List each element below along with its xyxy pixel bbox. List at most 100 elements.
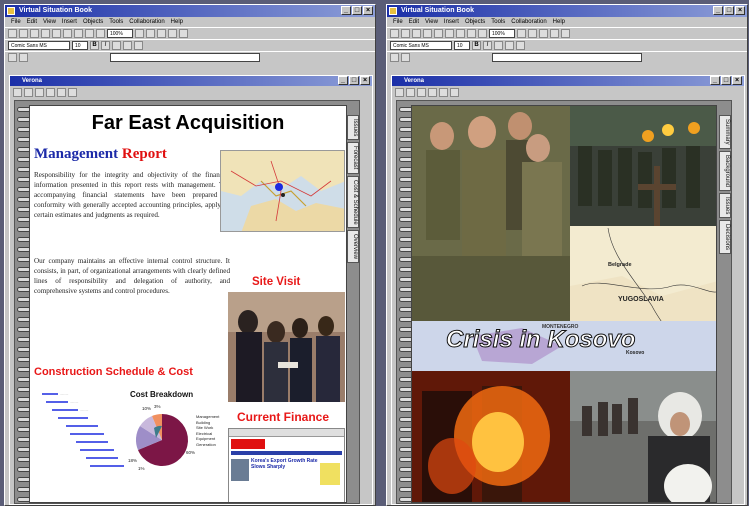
sub-maximize-button[interactable]: □	[721, 76, 731, 85]
zoom-select[interactable]: 100%	[489, 29, 515, 38]
undo-icon[interactable]	[85, 29, 94, 38]
tool-icon[interactable]	[450, 87, 459, 97]
tab-issues[interactable]: Issues	[719, 192, 731, 219]
sub-minimize-button[interactable]: _	[710, 76, 720, 85]
align-center-icon[interactable]	[123, 41, 132, 50]
menu-help[interactable]: Help	[553, 17, 565, 27]
menu-edit[interactable]: Edit	[409, 17, 419, 27]
save-icon[interactable]	[30, 29, 39, 38]
tab-issues[interactable]: Issues	[347, 115, 359, 141]
color-icon[interactable]	[561, 29, 570, 38]
tool-icon[interactable]	[428, 87, 437, 97]
zoom-select[interactable]: 100%	[107, 29, 133, 38]
open-icon[interactable]	[19, 29, 28, 38]
rect-icon[interactable]	[157, 29, 166, 38]
menu-objects[interactable]: Objects	[465, 17, 485, 27]
tool-icon[interactable]	[406, 87, 415, 97]
open-icon[interactable]	[401, 29, 410, 38]
subwindow-title-bar[interactable]: Verona _ □ ×	[10, 76, 372, 86]
minimize-button[interactable]: _	[713, 6, 723, 15]
align-right-icon[interactable]	[134, 41, 143, 50]
address-field[interactable]	[110, 53, 260, 62]
rect-icon[interactable]	[539, 29, 548, 38]
line-icon[interactable]	[528, 29, 537, 38]
menu-view[interactable]: View	[425, 17, 438, 27]
menu-insert[interactable]: Insert	[444, 17, 459, 27]
tool-icon[interactable]	[35, 87, 44, 97]
close-button[interactable]: ×	[735, 6, 745, 15]
forward-icon[interactable]	[19, 53, 28, 62]
new-icon[interactable]	[390, 29, 399, 38]
sub-close-button[interactable]: ×	[732, 76, 742, 85]
new-icon[interactable]	[8, 29, 17, 38]
tab-background[interactable]: Background	[719, 150, 731, 191]
menu-tools[interactable]: Tools	[109, 17, 123, 27]
tab-decisions[interactable]: Decisions	[719, 220, 731, 255]
pointer-icon[interactable]	[517, 29, 526, 38]
line-icon[interactable]	[146, 29, 155, 38]
font-select[interactable]: Comic Sans MS	[8, 41, 70, 50]
redo-icon[interactable]	[96, 29, 105, 38]
align-right-icon[interactable]	[516, 41, 525, 50]
cut-icon[interactable]	[434, 29, 443, 38]
back-icon[interactable]	[8, 53, 17, 62]
bold-icon[interactable]: B	[472, 41, 481, 50]
sub-minimize-button[interactable]: _	[338, 76, 348, 85]
sub-close-button[interactable]: ×	[360, 76, 370, 85]
menu-collaboration[interactable]: Collaboration	[129, 17, 164, 27]
undo-icon[interactable]	[467, 29, 476, 38]
sub-maximize-button[interactable]: □	[349, 76, 359, 85]
menu-file[interactable]: File	[393, 17, 403, 27]
align-center-icon[interactable]	[505, 41, 514, 50]
font-size-select[interactable]: 10	[454, 41, 470, 50]
address-field[interactable]	[492, 53, 642, 62]
tool-icon[interactable]	[24, 87, 33, 97]
italic-icon[interactable]: I	[101, 41, 110, 50]
menu-file[interactable]: File	[11, 17, 21, 27]
maximize-button[interactable]: □	[352, 6, 362, 15]
tool-icon[interactable]	[395, 87, 404, 97]
tab-cost-schedule[interactable]: Cost & Schedule	[347, 175, 359, 229]
tool-icon[interactable]	[417, 87, 426, 97]
menu-edit[interactable]: Edit	[27, 17, 37, 27]
align-left-icon[interactable]	[112, 41, 121, 50]
font-select[interactable]: Comic Sans MS	[390, 41, 452, 50]
align-left-icon[interactable]	[494, 41, 503, 50]
menu-objects[interactable]: Objects	[83, 17, 103, 27]
tab-overview[interactable]: Overview	[347, 230, 359, 264]
print-icon[interactable]	[423, 29, 432, 38]
forward-icon[interactable]	[401, 53, 410, 62]
back-icon[interactable]	[390, 53, 399, 62]
minimize-button[interactable]: _	[341, 6, 351, 15]
paste-icon[interactable]	[74, 29, 83, 38]
save-icon[interactable]	[412, 29, 421, 38]
tool-icon[interactable]	[57, 87, 66, 97]
menu-tools[interactable]: Tools	[491, 17, 505, 27]
ellipse-icon[interactable]	[550, 29, 559, 38]
paste-icon[interactable]	[456, 29, 465, 38]
copy-icon[interactable]	[445, 29, 454, 38]
menu-insert[interactable]: Insert	[62, 17, 77, 27]
subwindow-title-bar[interactable]: Verona _ □ ×	[392, 76, 744, 86]
menu-help[interactable]: Help	[171, 17, 183, 27]
menu-collaboration[interactable]: Collaboration	[511, 17, 546, 27]
redo-icon[interactable]	[478, 29, 487, 38]
ellipse-icon[interactable]	[168, 29, 177, 38]
close-button[interactable]: ×	[363, 6, 373, 15]
tool-icon[interactable]	[439, 87, 448, 97]
tool-icon[interactable]	[46, 87, 55, 97]
maximize-button[interactable]: □	[724, 6, 734, 15]
color-icon[interactable]	[179, 29, 188, 38]
bold-icon[interactable]: B	[90, 41, 99, 50]
title-bar[interactable]: Virtual Situation Book _ □ ×	[387, 5, 747, 17]
tab-forecast[interactable]: Forecast	[347, 142, 359, 174]
font-size-select[interactable]: 10	[72, 41, 88, 50]
tool-icon[interactable]	[68, 87, 77, 97]
tab-summary[interactable]: Summary	[719, 115, 731, 149]
copy-icon[interactable]	[63, 29, 72, 38]
print-icon[interactable]	[41, 29, 50, 38]
pointer-icon[interactable]	[135, 29, 144, 38]
menu-view[interactable]: View	[43, 17, 56, 27]
cut-icon[interactable]	[52, 29, 61, 38]
tool-icon[interactable]	[13, 87, 22, 97]
